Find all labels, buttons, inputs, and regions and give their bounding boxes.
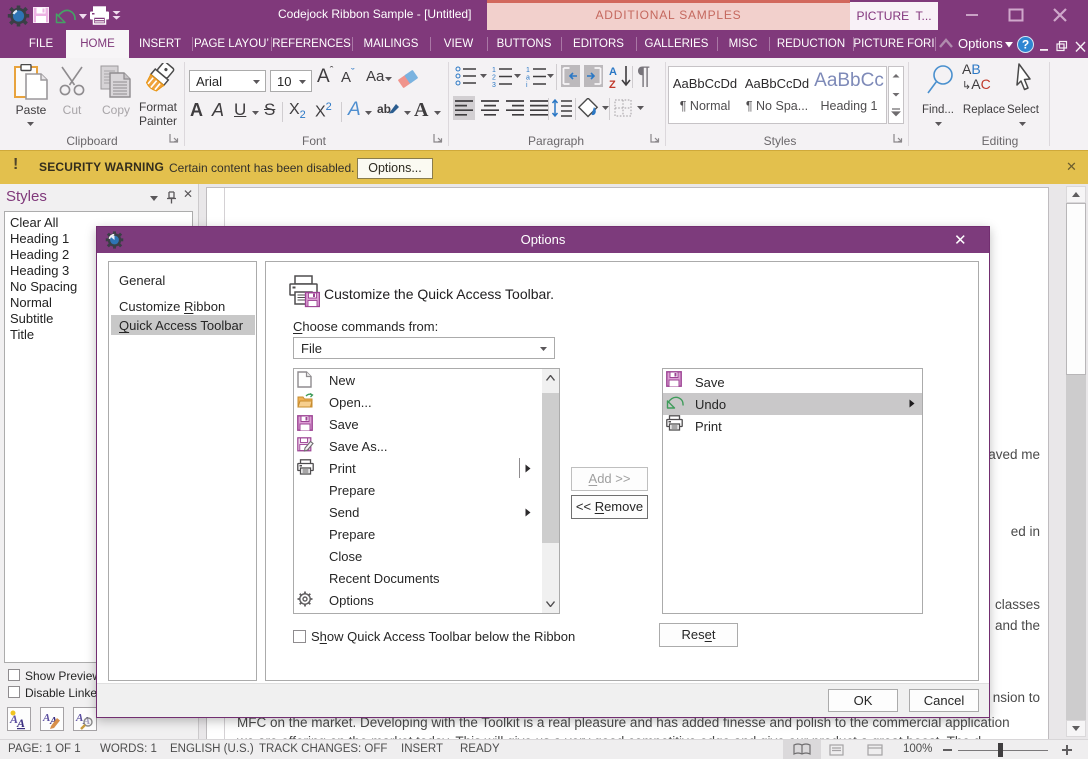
svg-text:Z: Z	[609, 79, 616, 90]
svg-text:A: A	[609, 66, 617, 78]
svg-text:2: 2	[492, 75, 496, 82]
svg-text:i: i	[526, 82, 528, 87]
svg-text:1: 1	[526, 67, 530, 74]
svg-text:1: 1	[492, 67, 496, 74]
svg-text:3: 3	[492, 82, 496, 87]
svg-text:a: a	[526, 75, 530, 82]
svg-text:¶: ¶	[637, 62, 650, 90]
svg-text:?: ?	[1022, 38, 1029, 52]
svg-text:A: A	[16, 716, 25, 730]
